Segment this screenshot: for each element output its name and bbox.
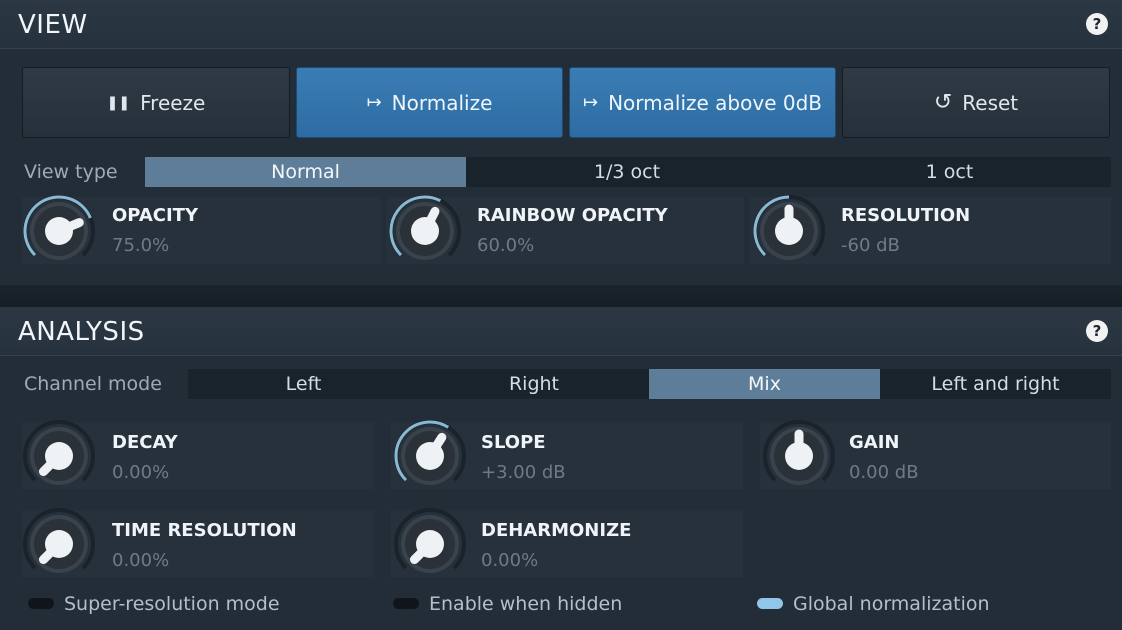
slope-knob[interactable] bbox=[391, 417, 469, 495]
view-type-selector: Normal 1/3 oct 1 oct bbox=[145, 157, 1111, 187]
knob-cap bbox=[45, 217, 73, 245]
pause-icon: ❚❚ bbox=[106, 94, 131, 111]
knob-cap bbox=[45, 530, 73, 558]
analysis-section-title: ANALYSIS bbox=[18, 317, 145, 347]
view-section-header: VIEW ? bbox=[0, 0, 1122, 49]
channel-mode-option-mix[interactable]: Mix bbox=[649, 369, 880, 399]
slope-title: SLOPE bbox=[481, 432, 546, 453]
deharmonize-value: 0.00% bbox=[481, 550, 539, 571]
view-section-title: VIEW bbox=[18, 10, 88, 40]
global-normalization-toggle[interactable]: Global normalization bbox=[757, 592, 1097, 616]
section-divider bbox=[0, 285, 1122, 307]
view-type-option-oct[interactable]: 1 oct bbox=[788, 157, 1111, 187]
resolution-value: -60 dB bbox=[841, 235, 900, 256]
channel-mode-row: Channel mode Left Right Mix Left and rig… bbox=[0, 369, 1122, 399]
reset-button[interactable]: ↺ Reset bbox=[842, 67, 1110, 138]
super-resolution-switch[interactable] bbox=[28, 598, 54, 609]
arrow-bar-icon: ↦ bbox=[366, 92, 382, 113]
view-type-option-third-oct[interactable]: 1/3 oct bbox=[466, 157, 788, 187]
deharmonize-knob[interactable] bbox=[391, 505, 469, 583]
opacity-knob-tile: OPACITY 75.0% bbox=[22, 195, 382, 264]
rainbow-opacity-knob[interactable] bbox=[386, 192, 464, 270]
reset-button-label: Reset bbox=[962, 90, 1019, 115]
normalize-button[interactable]: ↦ Normalize bbox=[296, 67, 563, 138]
rainbow-opacity-value: 60.0% bbox=[477, 235, 535, 256]
deharmonize-title: DEHARMONIZE bbox=[481, 520, 632, 541]
slope-value: +3.00 dB bbox=[481, 462, 566, 483]
knob-cap bbox=[45, 442, 73, 470]
normalize-above-0db-button-label: Normalize above 0dB bbox=[608, 90, 822, 115]
knob-cap bbox=[785, 442, 813, 470]
time-resolution-knob-tile: TIME RESOLUTION 0.00% bbox=[22, 508, 374, 577]
gain-knob-tile: GAIN 0.00 dB bbox=[760, 420, 1111, 489]
opacity-title: OPACITY bbox=[112, 205, 198, 226]
enable-when-hidden-toggle[interactable]: Enable when hidden bbox=[393, 592, 733, 616]
deharmonize-knob-tile: DEHARMONIZE 0.00% bbox=[391, 508, 743, 577]
super-resolution-toggle[interactable]: Super-resolution mode bbox=[28, 592, 368, 616]
decay-value: 0.00% bbox=[112, 462, 170, 483]
view-help-icon[interactable]: ? bbox=[1086, 13, 1108, 35]
analysis-help-icon[interactable]: ? bbox=[1086, 320, 1108, 342]
freeze-button-label: Freeze bbox=[140, 90, 206, 115]
decay-title: DECAY bbox=[112, 432, 178, 453]
view-type-option-normal[interactable]: Normal bbox=[145, 157, 466, 187]
enable-when-hidden-label: Enable when hidden bbox=[429, 593, 623, 615]
channel-mode-option-right[interactable]: Right bbox=[419, 369, 649, 399]
gain-value: 0.00 dB bbox=[849, 462, 919, 483]
time-resolution-knob[interactable] bbox=[20, 505, 98, 583]
resolution-knob-tile: RESOLUTION -60 dB bbox=[750, 195, 1111, 264]
channel-mode-option-left-and-right[interactable]: Left and right bbox=[880, 369, 1111, 399]
knob-cap bbox=[411, 217, 439, 245]
reset-icon: ↺ bbox=[933, 90, 953, 115]
slope-knob-tile: SLOPE +3.00 dB bbox=[391, 420, 743, 489]
opacity-knob[interactable] bbox=[20, 192, 98, 270]
freeze-button[interactable]: ❚❚ Freeze bbox=[22, 67, 290, 138]
resolution-title: RESOLUTION bbox=[841, 205, 971, 226]
channel-mode-selector: Left Right Mix Left and right bbox=[188, 369, 1111, 399]
knob-cap bbox=[775, 217, 803, 245]
time-resolution-title: TIME RESOLUTION bbox=[112, 520, 297, 541]
opacity-value: 75.0% bbox=[112, 235, 170, 256]
view-type-label: View type bbox=[24, 161, 118, 183]
view-type-row: View type Normal 1/3 oct 1 oct bbox=[0, 157, 1122, 187]
arrow-bar-icon: ↦ bbox=[583, 92, 599, 113]
resolution-knob[interactable] bbox=[750, 192, 828, 270]
channel-mode-label: Channel mode bbox=[24, 373, 162, 395]
normalize-above-0db-button[interactable]: ↦ Normalize above 0dB bbox=[569, 67, 836, 138]
rainbow-opacity-knob-tile: RAINBOW OPACITY 60.0% bbox=[386, 195, 744, 264]
knob-cap bbox=[416, 530, 444, 558]
decay-knob-tile: DECAY 0.00% bbox=[22, 420, 374, 489]
rainbow-opacity-title: RAINBOW OPACITY bbox=[477, 205, 668, 226]
channel-mode-option-left[interactable]: Left bbox=[188, 369, 419, 399]
super-resolution-label: Super-resolution mode bbox=[64, 593, 280, 615]
normalize-button-label: Normalize bbox=[391, 90, 493, 115]
global-normalization-label: Global normalization bbox=[793, 593, 990, 615]
decay-knob[interactable] bbox=[20, 417, 98, 495]
global-normalization-switch[interactable] bbox=[757, 598, 783, 609]
enable-when-hidden-switch[interactable] bbox=[393, 598, 419, 609]
analysis-section-header: ANALYSIS ? bbox=[0, 307, 1122, 356]
time-resolution-value: 0.00% bbox=[112, 550, 170, 571]
knob-cap bbox=[416, 442, 444, 470]
gain-title: GAIN bbox=[849, 432, 900, 453]
gain-knob[interactable] bbox=[760, 417, 838, 495]
